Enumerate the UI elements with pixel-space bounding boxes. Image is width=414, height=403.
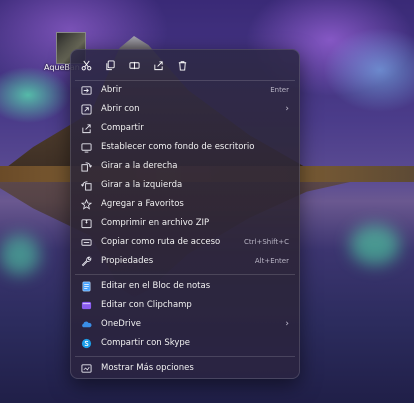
copy-button[interactable] bbox=[101, 56, 119, 74]
menu-item-label: Editar en el Bloc de notas bbox=[101, 281, 211, 291]
menu-item-label: Compartir bbox=[101, 123, 144, 133]
chevron-right-icon: › bbox=[285, 319, 289, 329]
menu-item-bloc-notas[interactable]: Editar en el Bloc de notas bbox=[75, 277, 297, 295]
shortcut-label: Ctrl+Shift+C bbox=[244, 238, 289, 246]
menu-item-compartir[interactable]: Compartir bbox=[75, 119, 297, 137]
menu-item-fondo-escritorio[interactable]: Establecer como fondo de escritorio bbox=[75, 138, 297, 156]
menu-item-clipchamp[interactable]: Editar con Clipchamp bbox=[75, 296, 297, 314]
path-icon bbox=[79, 235, 93, 249]
menu-item-label: Editar con Clipchamp bbox=[101, 300, 192, 310]
delete-button[interactable] bbox=[173, 56, 191, 74]
menu-item-label: Comprimir en archivo ZIP bbox=[101, 218, 210, 228]
context-menu: Abrir Enter Abrir con › Compartir Establ… bbox=[70, 49, 300, 379]
cut-button[interactable] bbox=[77, 56, 95, 74]
menu-item-agregar-favoritos[interactable]: Agregar a Favoritos bbox=[75, 195, 297, 213]
menu-item-label: Compartir con Skype bbox=[101, 338, 191, 348]
menu-item-label: Copiar como ruta de acceso bbox=[101, 237, 221, 247]
share-icon bbox=[79, 121, 93, 135]
menu-item-label: OneDrive bbox=[101, 319, 141, 329]
menu-item-label: Abrir con bbox=[101, 104, 140, 114]
menu-item-abrir[interactable]: Abrir Enter bbox=[75, 81, 297, 99]
menu-item-onedrive[interactable]: OneDrive › bbox=[75, 315, 297, 333]
menu-item-label: Propiedades bbox=[101, 256, 154, 266]
separator bbox=[75, 356, 295, 357]
separator bbox=[75, 274, 295, 275]
menu-item-comprimir-zip[interactable]: Comprimir en archivo ZIP bbox=[75, 214, 297, 232]
menu-item-skype[interactable]: Compartir con Skype bbox=[75, 334, 297, 352]
shortcut-label: Alt+Enter bbox=[254, 257, 289, 265]
menu-item-label: Abrir bbox=[101, 85, 122, 95]
chevron-right-icon: › bbox=[285, 104, 289, 114]
menu-item-label: Agregar a Favoritos bbox=[101, 199, 184, 209]
copy-icon bbox=[105, 59, 115, 70]
star-icon bbox=[79, 197, 93, 211]
scissors-icon bbox=[81, 60, 91, 70]
shortcut-label: Enter bbox=[270, 86, 289, 94]
rename-button[interactable] bbox=[125, 56, 143, 74]
aurora-reflection-right bbox=[350, 225, 400, 265]
menu-item-label: Establecer como fondo de escritorio bbox=[101, 142, 255, 152]
more-options-icon bbox=[79, 361, 93, 375]
menu-item-propiedades[interactable]: Propiedades Alt+Enter bbox=[75, 252, 297, 270]
menu-item-label: Girar a la derecha bbox=[101, 161, 178, 171]
menu-item-label: Mostrar Más opciones bbox=[101, 363, 194, 373]
rotate-right-icon bbox=[79, 159, 93, 173]
clipchamp-icon bbox=[79, 298, 93, 312]
aurora-reflection-left bbox=[0, 235, 40, 275]
open-with-icon bbox=[79, 102, 93, 116]
menu-item-girar-derecha[interactable]: Girar a la derecha bbox=[75, 157, 297, 175]
menu-item-label: Girar a la izquierda bbox=[101, 180, 183, 190]
skype-icon bbox=[79, 336, 93, 350]
wallpaper-icon bbox=[79, 140, 93, 154]
rename-icon bbox=[128, 61, 140, 69]
open-icon bbox=[79, 83, 93, 97]
onedrive-icon bbox=[79, 317, 93, 331]
notepad-icon bbox=[79, 279, 93, 293]
wrench-icon bbox=[79, 254, 93, 268]
menu-item-copiar-ruta[interactable]: Copiar como ruta de acceso Ctrl+Shift+C bbox=[75, 233, 297, 251]
share-icon bbox=[153, 60, 163, 70]
menu-item-girar-izquierda[interactable]: Girar a la izquierda bbox=[75, 176, 297, 194]
share-button[interactable] bbox=[149, 56, 167, 74]
menu-item-mas-opciones[interactable]: Mostrar Más opciones bbox=[75, 359, 297, 377]
context-toolbar bbox=[77, 56, 191, 76]
trash-icon bbox=[178, 60, 186, 71]
menu-item-abrir-con[interactable]: Abrir con › bbox=[75, 100, 297, 118]
rotate-left-icon bbox=[79, 178, 93, 192]
zip-icon bbox=[79, 216, 93, 230]
